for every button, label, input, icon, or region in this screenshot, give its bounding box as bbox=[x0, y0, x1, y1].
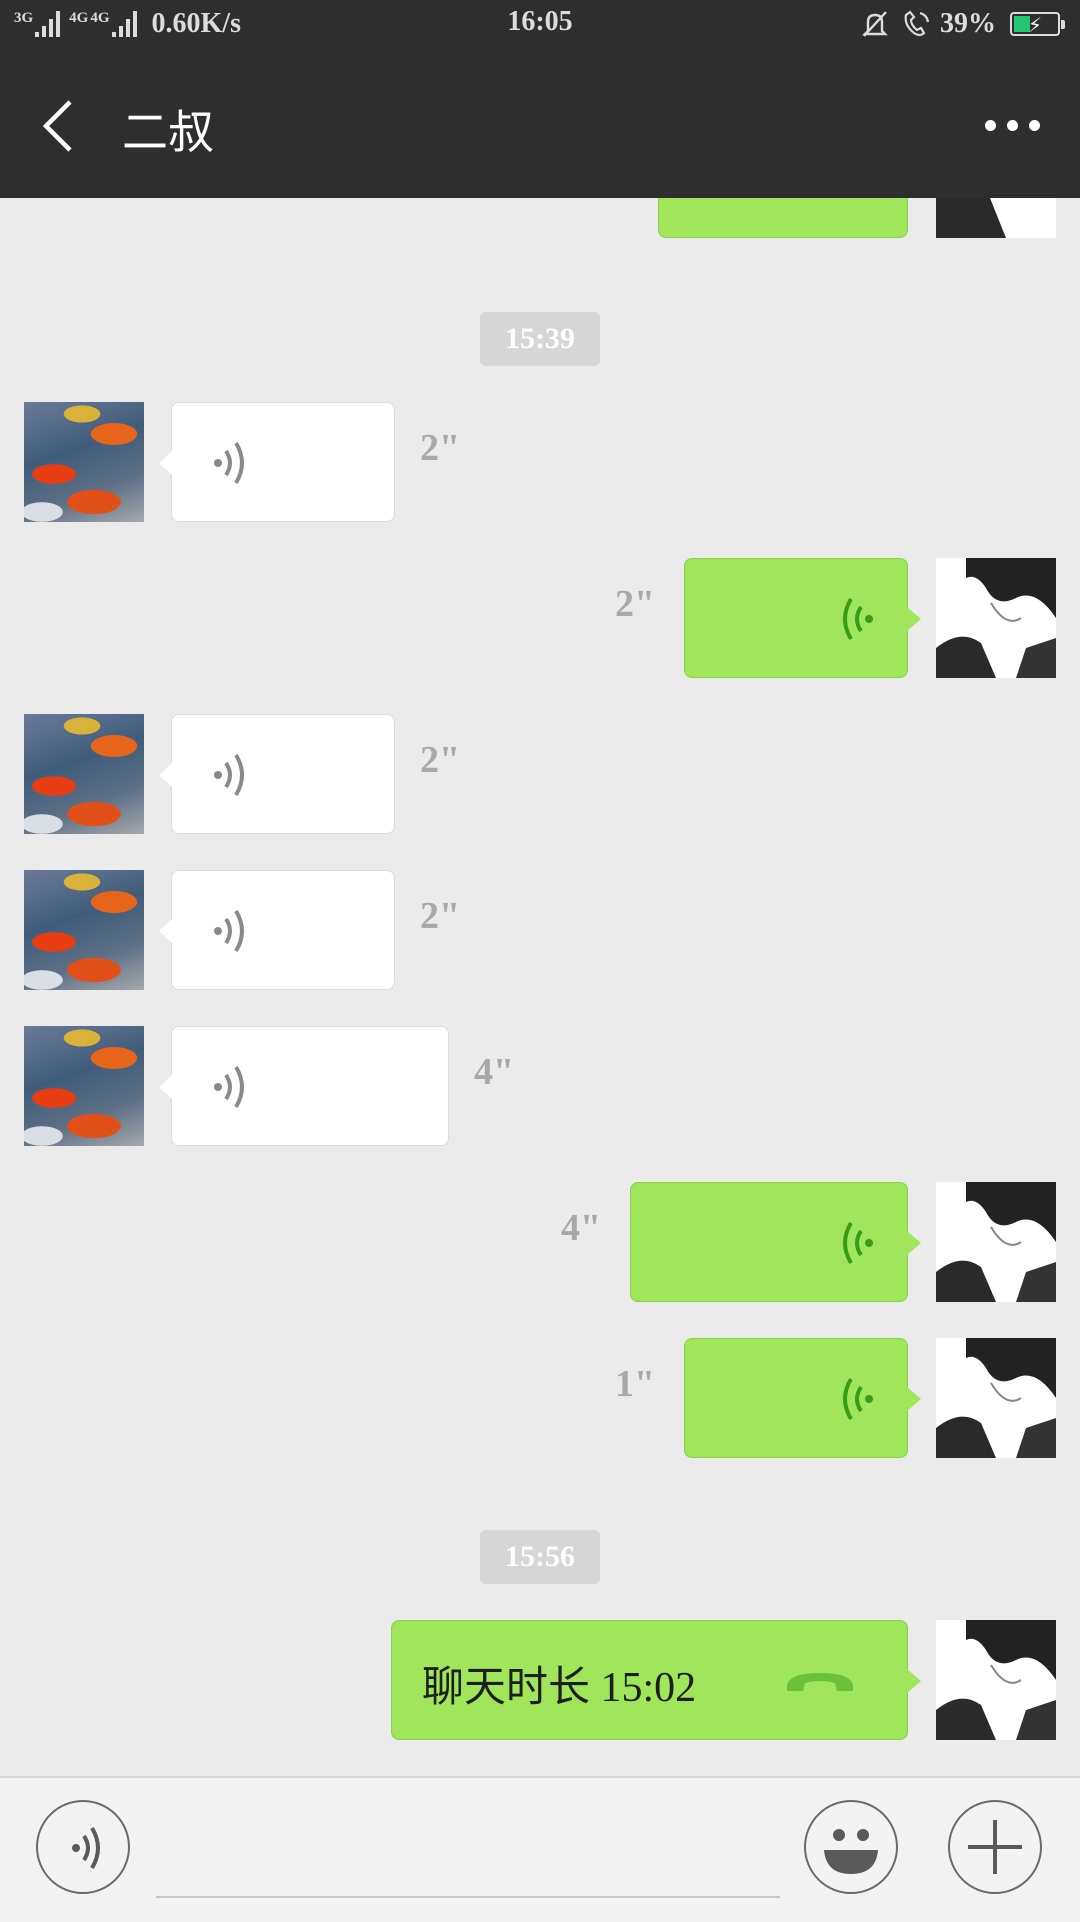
contact-avatar[interactable] bbox=[24, 714, 144, 834]
voice-duration: 1" bbox=[615, 1363, 656, 1405]
emoji-icon[interactable] bbox=[804, 1800, 898, 1894]
battery-charging-icon: ⚡ bbox=[1010, 12, 1065, 37]
message-list[interactable]: 15:39 2" 2" 2" 2" 4" 4" 1" 15:56 聊天时长 15… bbox=[0, 198, 1080, 1776]
voice-duration: 4" bbox=[474, 1051, 515, 1093]
voice-wave-icon bbox=[843, 1377, 873, 1421]
status-bar: 3G 4G 4G 0.60K/s 16:05 39% ⚡ bbox=[0, 0, 1080, 54]
voice-duration: 2" bbox=[615, 583, 656, 625]
contact-avatar[interactable] bbox=[24, 1026, 144, 1146]
contact-avatar[interactable] bbox=[24, 870, 144, 990]
more-dots-icon[interactable] bbox=[974, 120, 1040, 131]
voice-duration: 4" bbox=[561, 1207, 602, 1249]
contact-avatar[interactable] bbox=[24, 402, 144, 522]
voice-wave-icon bbox=[214, 1065, 244, 1109]
wifi-call-icon bbox=[904, 10, 930, 37]
voice-wave-icon bbox=[843, 597, 873, 641]
my-avatar[interactable] bbox=[936, 1338, 1056, 1458]
mute-bell-icon bbox=[862, 11, 888, 37]
voice-message-outgoing[interactable] bbox=[658, 198, 908, 238]
voice-wave-icon bbox=[843, 1221, 873, 1265]
plus-icon[interactable] bbox=[948, 1800, 1042, 1894]
chat-title: 二叔 bbox=[122, 105, 214, 159]
call-record-message[interactable]: 聊天时长 15:02 bbox=[391, 1620, 921, 1740]
call-duration-text: 聊天时长 15:02 bbox=[422, 1665, 697, 1711]
timestamp: 15:39 bbox=[480, 312, 600, 366]
voice-duration: 2" bbox=[420, 427, 461, 469]
voice-wave-icon bbox=[214, 909, 244, 953]
voice-wave-icon bbox=[214, 441, 244, 485]
message-input[interactable] bbox=[156, 1808, 780, 1898]
chat-header: 二叔 bbox=[0, 54, 1080, 198]
voice-message-incoming[interactable] bbox=[159, 870, 395, 990]
my-avatar[interactable] bbox=[936, 198, 1056, 238]
voice-wave-icon bbox=[214, 753, 244, 797]
voice-message-outgoing[interactable] bbox=[684, 1338, 921, 1458]
voice-message-incoming[interactable] bbox=[159, 714, 395, 834]
voice-duration: 2" bbox=[420, 895, 461, 937]
back-arrow-icon[interactable] bbox=[36, 98, 86, 154]
phone-hangup-icon bbox=[787, 1673, 853, 1691]
my-avatar[interactable] bbox=[936, 558, 1056, 678]
input-bar bbox=[0, 1776, 1080, 1922]
voice-duration: 2" bbox=[420, 739, 461, 781]
status-right: 39% ⚡ bbox=[860, 8, 1065, 40]
voice-message-incoming[interactable] bbox=[159, 1026, 449, 1146]
voice-message-incoming[interactable] bbox=[159, 402, 395, 522]
my-avatar[interactable] bbox=[936, 1620, 1056, 1740]
voice-message-outgoing[interactable] bbox=[630, 1182, 921, 1302]
timestamp: 15:56 bbox=[480, 1530, 600, 1584]
battery-percent: 39% bbox=[940, 8, 996, 39]
my-avatar[interactable] bbox=[936, 1182, 1056, 1302]
voice-input-icon[interactable] bbox=[36, 1800, 130, 1894]
voice-message-outgoing[interactable] bbox=[684, 558, 921, 678]
